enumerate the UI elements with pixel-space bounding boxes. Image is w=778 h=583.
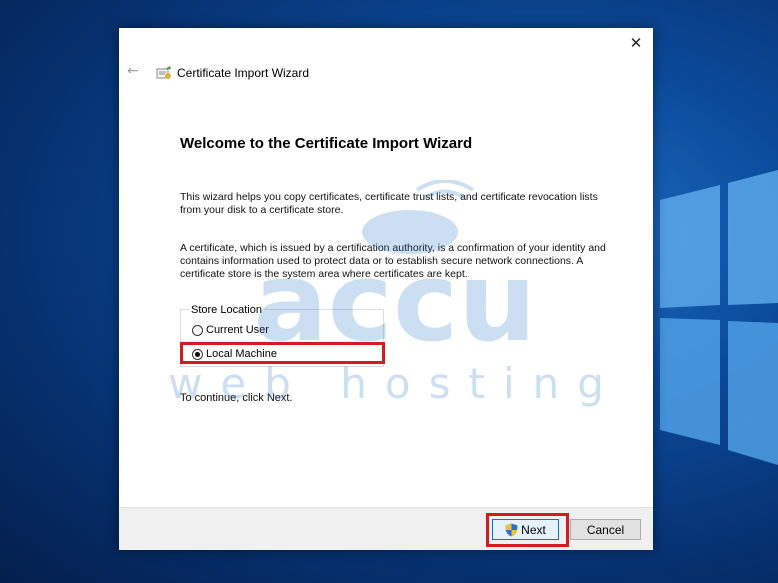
windows-logo-icon [660,170,778,465]
certificate-icon [156,66,171,79]
cancel-button[interactable]: Cancel [570,519,641,540]
button-bar: Next Cancel [119,507,653,550]
local-machine-highlight [180,342,385,364]
current-user-option[interactable]: Current User [192,324,269,336]
dialog-title: Certificate Import Wizard [177,66,310,80]
continue-instruction: To continue, click Next. [180,392,293,404]
intro-paragraph: This wizard helps you copy certificates,… [180,191,598,216]
page-heading: Welcome to the Certificate Import Wizard [180,135,473,152]
current-user-radio[interactable] [192,324,203,336]
certificate-description: A certificate, which is issued by a cert… [180,242,606,280]
store-location-label: Store Location [189,304,264,316]
back-arrow-icon[interactable]: ← [127,63,143,79]
close-button[interactable]: ✕ [625,32,647,54]
next-button-highlight [486,513,569,547]
certificate-import-wizard-dialog: ✕ ← Certificate Import Wizard Welcome to… [119,28,653,550]
current-user-label: Current User [206,324,269,336]
